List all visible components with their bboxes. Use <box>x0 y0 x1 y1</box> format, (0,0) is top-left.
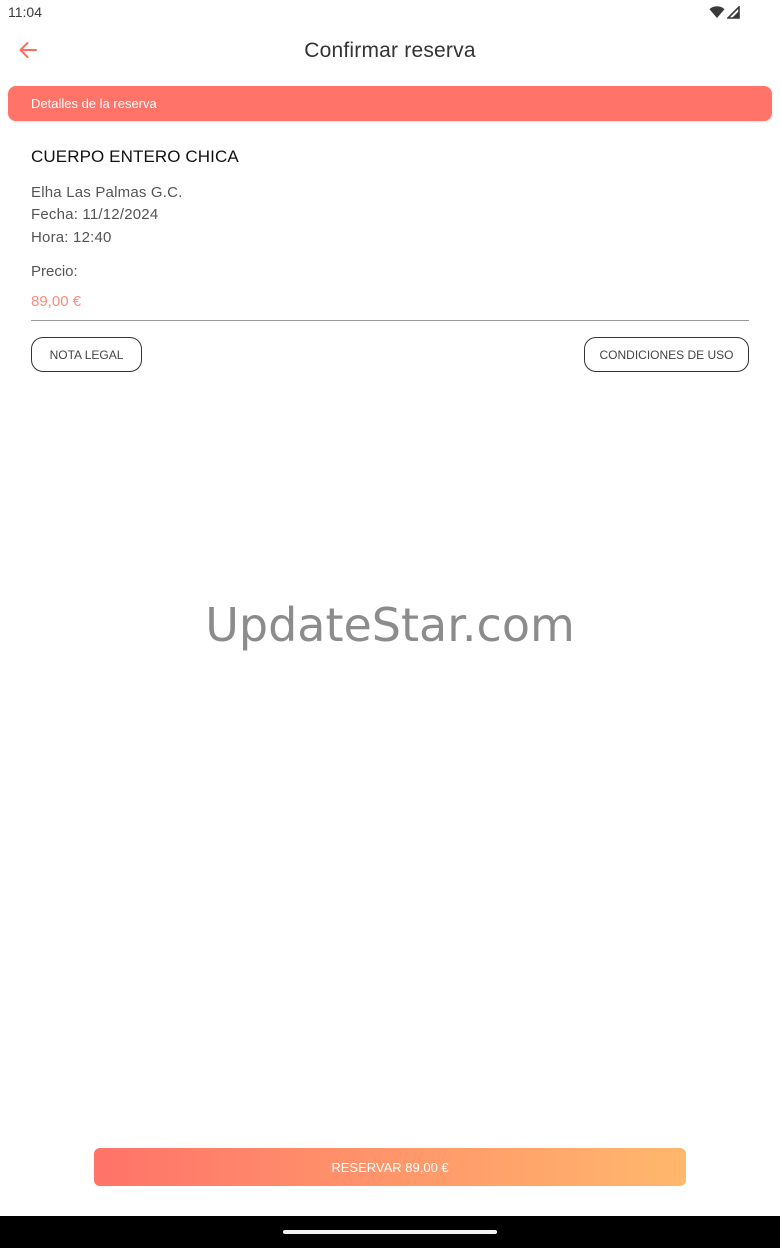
status-bar: 11:04 <box>0 0 780 26</box>
app-bar: Confirmar reserva <box>0 26 780 78</box>
terms-button[interactable]: CONDICIONES DE USO <box>584 337 749 372</box>
divider <box>31 320 749 321</box>
page-title: Confirmar reserva <box>304 39 476 62</box>
watermark: UpdateStar.com <box>205 598 575 652</box>
signal-icon <box>726 4 740 24</box>
wifi-icon <box>709 5 725 24</box>
screen: 11:04 Confirmar reserva Detalles de la r… <box>0 0 780 1248</box>
price-value: 89,00 € <box>31 293 82 310</box>
status-icons <box>709 4 740 24</box>
navigation-bar <box>0 1216 780 1248</box>
home-handle[interactable] <box>283 1230 497 1234</box>
date-text: Fecha: 11/12/2024 <box>31 206 159 223</box>
status-time: 11:04 <box>8 4 42 20</box>
location-text: Elha Las Palmas G.C. <box>31 184 183 201</box>
section-header-label: Detalles de la reserva <box>31 96 157 111</box>
section-header: Detalles de la reserva <box>8 86 772 121</box>
service-name: CUERPO ENTERO CHICA <box>31 147 239 166</box>
price-label: Precio: <box>31 263 78 280</box>
time-text: Hora: 12:40 <box>31 229 112 246</box>
legal-note-button[interactable]: NOTA LEGAL <box>31 337 142 372</box>
reserve-button[interactable]: RESERVAR 89,00 € <box>94 1148 686 1186</box>
